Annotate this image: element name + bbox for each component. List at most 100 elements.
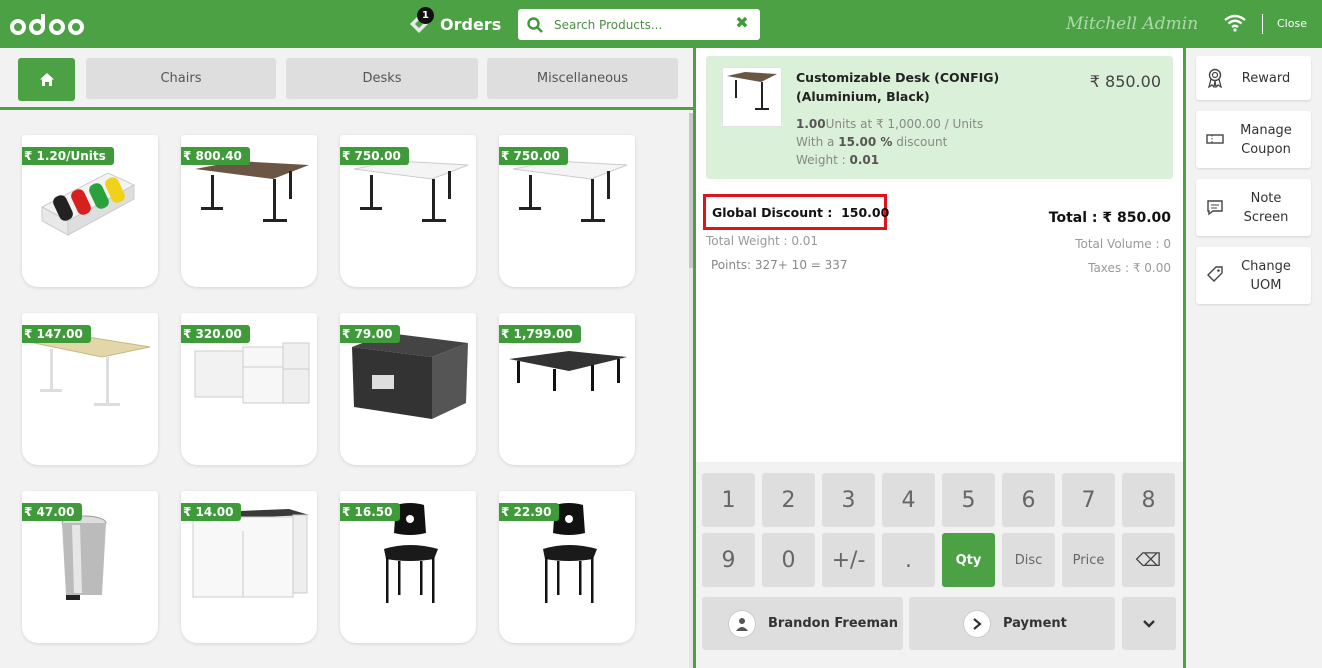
wifi-icon <box>1224 14 1246 32</box>
chevron-down-icon <box>1143 619 1155 628</box>
orders-label: Orders <box>440 14 502 34</box>
product-card[interactable]: ₹ 1,799.00 <box>499 313 635 465</box>
search-icon <box>527 16 543 33</box>
numpad-key-9[interactable]: 9 <box>702 533 755 587</box>
pos-app: odoo 1 Orders ✖ Mitchell Admin Close C <box>0 0 1322 668</box>
search-input[interactable] <box>554 17 730 32</box>
product-card[interactable]: ₹ 1.20/Units <box>22 135 158 287</box>
product-price: ₹ 22.90 <box>499 503 560 521</box>
manage-coupon-label: Manage Coupon <box>1240 123 1292 157</box>
product-card[interactable]: ₹ 800.40 <box>181 135 317 287</box>
numpad-mode-disc[interactable]: Disc <box>1002 533 1055 587</box>
product-card[interactable]: ₹ 22.90 <box>499 491 635 643</box>
coupon-icon <box>1206 134 1224 144</box>
numpad-key-8[interactable]: 8 <box>1122 473 1175 527</box>
discount-value: 15.00 % <box>838 135 893 149</box>
customer-button[interactable]: Brandon Freeman <box>702 597 903 650</box>
backspace-icon[interactable]: ⌫ <box>1122 533 1175 587</box>
control-buttons: Reward Manage Coupon Note Screen Change … <box>1186 48 1322 668</box>
manage-coupon-button[interactable]: Manage Coupon <box>1196 111 1311 168</box>
close-button[interactable]: Close <box>1277 17 1307 30</box>
reward-button[interactable]: Reward <box>1196 56 1311 100</box>
orderline-amount: ₹ 850.00 <box>1089 72 1161 91</box>
orderline-weight-info: Weight : 0.01 <box>796 153 879 167</box>
numpad-key-decimal[interactable]: . <box>882 533 935 587</box>
change-uom-label: Change UOM <box>1241 259 1291 293</box>
chevron-right-icon <box>963 609 991 638</box>
product-card[interactable]: ₹ 147.00 <box>22 313 158 465</box>
home-category-button[interactable] <box>18 58 75 101</box>
product-price: ₹ 1.20/Units <box>22 147 114 165</box>
product-card[interactable]: ₹ 47.00 <box>22 491 158 643</box>
more-options-button[interactable] <box>1122 597 1176 650</box>
weight-label: Weight : <box>796 153 846 167</box>
product-price: ₹ 47.00 <box>22 503 83 521</box>
numpad-key-1[interactable]: 1 <box>702 473 755 527</box>
global-discount-highlight: Global Discount : 150.00 <box>703 194 890 230</box>
product-price: ₹ 800.40 <box>181 147 250 165</box>
orders-button[interactable]: 1 Orders <box>408 6 501 42</box>
product-card[interactable]: ₹ 750.00 <box>499 135 635 287</box>
product-price: ₹ 16.50 <box>340 503 401 521</box>
global-discount-value: 150.00 <box>841 204 890 220</box>
orderline-qty-info: 1.00Units at ₹ 1,000.00 / Units <box>796 117 983 131</box>
numpad: 1 2 3 4 5 6 7 8 9 0 +/- . Qty Disc Price… <box>696 462 1183 668</box>
note-screen-button[interactable]: Note Screen <box>1196 179 1311 236</box>
note-icon <box>1207 200 1223 216</box>
category-desks[interactable]: Desks <box>286 58 478 99</box>
product-card[interactable]: ₹ 14.00 <box>181 491 317 643</box>
numpad-key-2[interactable]: 2 <box>762 473 815 527</box>
total-weight: Total Weight : 0.01 <box>706 234 819 248</box>
product-price: ₹ 14.00 <box>181 503 242 521</box>
numpad-mode-price[interactable]: Price <box>1062 533 1115 587</box>
order-panel: Customizable Desk (CONFIG) (Aluminium, B… <box>696 48 1183 462</box>
orderline-product-image <box>722 67 782 127</box>
numpad-key-plus-minus[interactable]: +/- <box>822 533 875 587</box>
product-card[interactable]: ₹ 750.00 <box>340 135 476 287</box>
product-price: ₹ 750.00 <box>499 147 568 165</box>
total-volume: Total Volume : 0 <box>1075 237 1171 251</box>
product-grid: ₹ 1.20/Units ₹ 800.40 ₹ 750.00 ₹ 750.00 … <box>0 113 688 668</box>
product-price: ₹ 147.00 <box>22 325 91 343</box>
customer-avatar-icon <box>728 609 756 638</box>
odoo-logo[interactable] <box>10 11 90 39</box>
orderline-unit-price: Units at ₹ 1,000.00 / Units <box>825 117 984 131</box>
tag-icon <box>1207 266 1223 282</box>
ticket-icon: 1 <box>408 7 434 35</box>
cashier-name: Mitchell Admin <box>1066 14 1199 34</box>
customer-name: Brandon Freeman <box>768 616 899 631</box>
product-card[interactable]: ₹ 79.00 <box>340 313 476 465</box>
orders-count-badge: 1 <box>417 7 434 24</box>
product-price: ₹ 79.00 <box>340 325 401 343</box>
payment-button[interactable]: Payment <box>909 597 1115 650</box>
clear-search-icon[interactable]: ✖ <box>734 15 750 31</box>
reward-icon <box>1208 68 1222 88</box>
numpad-key-7[interactable]: 7 <box>1062 473 1115 527</box>
top-bar: odoo 1 Orders ✖ Mitchell Admin Close <box>0 0 1322 48</box>
order-taxes: Taxes : ₹ 0.00 <box>1088 261 1171 275</box>
change-uom-button[interactable]: Change UOM <box>1196 247 1311 304</box>
orderline-selected[interactable]: Customizable Desk (CONFIG) (Aluminium, B… <box>706 56 1173 179</box>
discount-prefix: With a <box>796 135 835 149</box>
category-chairs[interactable]: Chairs <box>86 58 276 99</box>
reward-label: Reward <box>1241 71 1291 86</box>
note-screen-label: Note Screen <box>1243 191 1289 225</box>
payment-label: Payment <box>1003 616 1067 631</box>
numpad-key-6[interactable]: 6 <box>1002 473 1055 527</box>
order-total: Total : ₹ 850.00 <box>1048 210 1171 226</box>
numpad-key-5[interactable]: 5 <box>942 473 995 527</box>
category-bar: Chairs Desks Miscellaneous <box>0 48 693 110</box>
product-card[interactable]: ₹ 16.50 <box>340 491 476 643</box>
numpad-key-3[interactable]: 3 <box>822 473 875 527</box>
numpad-key-4[interactable]: 4 <box>882 473 935 527</box>
orderline-qty: 1.00 <box>796 117 826 131</box>
numpad-key-0[interactable]: 0 <box>762 533 815 587</box>
header-separator <box>1262 14 1263 34</box>
global-discount-label: Global Discount : <box>712 204 833 220</box>
orderline-discount-info: With a 15.00 % discount <box>796 135 947 149</box>
category-miscellaneous[interactable]: Miscellaneous <box>487 58 678 99</box>
product-card[interactable]: ₹ 320.00 <box>181 313 317 465</box>
loyalty-points: Points: 327+ 10 = 337 <box>711 258 848 272</box>
numpad-mode-qty[interactable]: Qty <box>942 533 995 587</box>
product-price: ₹ 750.00 <box>340 147 409 165</box>
